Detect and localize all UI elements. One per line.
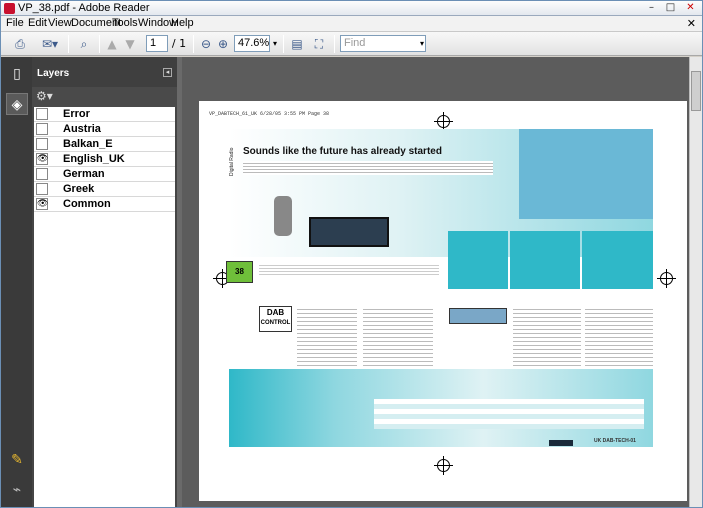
collapse-panel-icon[interactable]: ◂ xyxy=(163,68,172,77)
product-tile-3 xyxy=(582,231,653,289)
close-button[interactable]: ✕ xyxy=(682,2,699,15)
fit-page-icon[interactable]: ▤ xyxy=(289,35,305,53)
zoom-out-icon[interactable]: ⊖ xyxy=(199,35,213,53)
attachments-icon[interactable]: ⌁ xyxy=(6,479,28,501)
europe-map xyxy=(519,129,653,219)
layer-visibility-toggle[interactable] xyxy=(36,183,48,195)
layer-visibility-toggle[interactable] xyxy=(36,108,48,120)
toolbar: ⎙ ✉▾ ⌕ ▲ ▼ 1 / 1 ⊖ ⊕ 47.6% ▾ ▤ ⛶ Find ▾ xyxy=(1,32,702,56)
document-view: VP_DABTECH_61_UK 6/28/05 3:55 PM Page 38… xyxy=(182,57,702,507)
title-bar: VP_38.pdf - Adobe Reader – □ ✕ xyxy=(1,1,702,16)
minimize-button[interactable]: – xyxy=(643,2,660,15)
email-icon[interactable]: ✉▾ xyxy=(37,35,63,53)
maximize-button[interactable]: □ xyxy=(662,2,679,15)
dab-control-logo: DAB CONTROL xyxy=(259,306,292,332)
zoom-input[interactable]: 47.6% xyxy=(234,35,270,52)
scrollbar-thumb[interactable] xyxy=(691,71,701,111)
layer-row[interactable]: Error xyxy=(34,107,175,122)
pages-icon[interactable]: ▯ xyxy=(6,63,28,85)
comparison-table xyxy=(374,399,644,429)
next-page-icon[interactable]: ▼ xyxy=(123,35,137,53)
toolbar-separator xyxy=(99,35,100,53)
product-tile-2 xyxy=(510,231,580,289)
search-icon[interactable]: ⌕ xyxy=(75,35,93,53)
fit-width-icon[interactable]: ⛶ xyxy=(311,35,327,53)
display-image xyxy=(449,308,507,324)
options-gear-icon[interactable]: ⚙▾ xyxy=(36,89,53,103)
document-close-icon[interactable]: ✕ xyxy=(687,17,696,30)
registration-mark xyxy=(434,112,453,131)
layer-row[interactable]: Austria xyxy=(34,122,175,137)
remote-control-image xyxy=(274,196,292,236)
layer-visibility-toggle[interactable] xyxy=(36,123,48,135)
vertical-scrollbar[interactable] xyxy=(689,57,702,507)
page-number-input[interactable]: 1 xyxy=(146,35,168,52)
footer-right: UK DAB-TECH-01 xyxy=(594,438,636,444)
toolbar-separator xyxy=(283,35,284,53)
eye-icon[interactable]: 👁 xyxy=(36,198,48,210)
dab-logo-line2: CONTROL xyxy=(260,320,291,326)
layers-list: Error Austria Balkan_E 👁 English_UK Germ… xyxy=(34,107,175,507)
layer-name: English_UK xyxy=(63,153,125,165)
layer-name: Austria xyxy=(63,123,101,135)
layer-visibility-toggle[interactable] xyxy=(36,138,48,150)
layers-header: Layers ◂ xyxy=(32,57,177,87)
layers-options[interactable]: ⚙▾ xyxy=(32,87,177,107)
page-slug: VP_DABTECH_61_UK 6/28/05 3:55 PM Page 38 xyxy=(209,111,330,117)
layer-name: German xyxy=(63,168,105,180)
layer-name: Common xyxy=(63,198,111,210)
dab-logo-line1: DAB xyxy=(266,308,285,317)
zoom-in-icon[interactable]: ⊕ xyxy=(216,35,230,53)
layer-row[interactable]: German xyxy=(34,167,175,182)
layer-row[interactable]: 👁 English_UK xyxy=(34,152,175,167)
menu-help[interactable]: Help xyxy=(171,17,194,29)
page-total: / 1 xyxy=(171,37,187,50)
layer-name: Greek xyxy=(63,183,95,195)
print-icon[interactable]: ⎙ xyxy=(11,35,29,53)
layer-name: Balkan_E xyxy=(63,138,113,150)
layers-title: Layers xyxy=(37,68,70,79)
layer-row[interactable]: Balkan_E xyxy=(34,137,175,152)
menu-tools[interactable]: Tools xyxy=(112,17,138,29)
window-title: VP_38.pdf - Adobe Reader xyxy=(18,2,150,14)
find-input[interactable]: Find xyxy=(340,35,426,52)
article-headline: Sounds like the future has already start… xyxy=(243,146,442,157)
layer-name: Error xyxy=(63,108,90,120)
toolbar-separator xyxy=(68,35,69,53)
menu-file[interactable]: File xyxy=(6,17,24,29)
app-window: VP_38.pdf - Adobe Reader – □ ✕ File Edit… xyxy=(0,0,703,508)
pdf-app-icon xyxy=(4,3,15,14)
layer-visibility-toggle[interactable] xyxy=(36,168,48,180)
footer-tag xyxy=(549,440,573,446)
page-number-badge: 38 xyxy=(226,261,253,283)
comments-icon[interactable]: ✎ xyxy=(6,449,28,471)
layers-panel: Layers ◂ ⚙▾ Error Austria Balkan_E 👁 Eng… xyxy=(32,57,177,507)
navigation-strip: ▯ ◈ ✎ ⌁ xyxy=(1,57,32,507)
layer-row[interactable]: 👁 Common xyxy=(34,197,175,212)
toolbar-separator xyxy=(193,35,194,53)
intro-text xyxy=(243,161,493,175)
registration-mark xyxy=(657,269,676,288)
find-dropdown-icon[interactable]: ▾ xyxy=(417,35,427,53)
registration-mark xyxy=(434,456,453,475)
zoom-dropdown-icon[interactable]: ▾ xyxy=(270,35,280,53)
menu-bar: File Edit View Document Tools Window Hel… xyxy=(1,16,702,32)
pdf-page: VP_DABTECH_61_UK 6/28/05 3:55 PM Page 38… xyxy=(199,101,687,501)
car-radio-image xyxy=(309,217,389,247)
eye-icon[interactable]: 👁 xyxy=(36,153,48,165)
previous-page-icon[interactable]: ▲ xyxy=(105,35,119,53)
caption-text xyxy=(259,263,439,277)
menu-view[interactable]: View xyxy=(48,17,72,29)
toolbar-separator xyxy=(334,35,335,53)
menu-edit[interactable]: Edit xyxy=(28,17,47,29)
product-tile-1 xyxy=(448,231,508,289)
layer-row[interactable]: Greek xyxy=(34,182,175,197)
section-label: Digital Radio xyxy=(229,147,235,176)
layers-icon[interactable]: ◈ xyxy=(6,93,28,115)
